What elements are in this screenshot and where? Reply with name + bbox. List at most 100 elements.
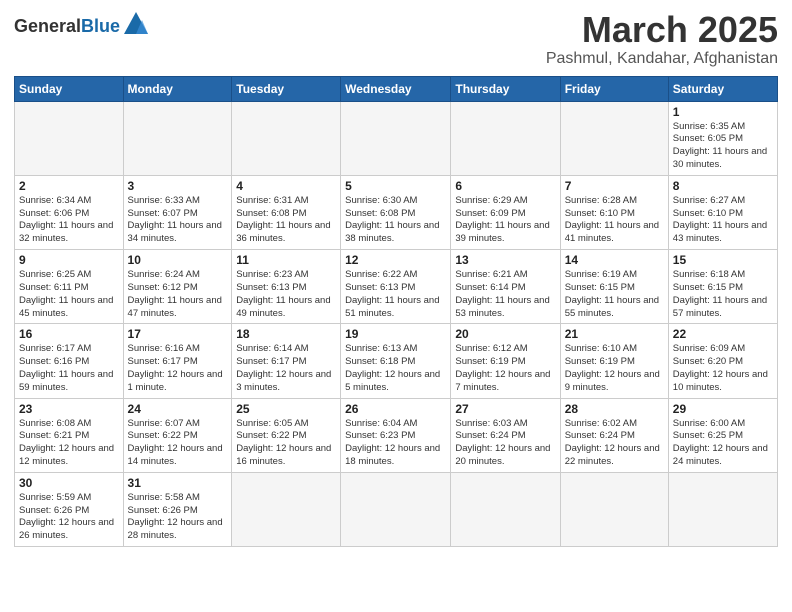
day-sun-info: Sunrise: 6:35 AMSunset: 6:05 PMDaylight:… — [673, 121, 773, 172]
calendar-day-cell: 30Sunrise: 5:59 AMSunset: 6:26 PMDayligh… — [15, 472, 124, 546]
day-sun-info: Sunrise: 5:59 AMSunset: 6:26 PMDaylight:… — [19, 492, 119, 543]
day-sun-info: Sunrise: 6:34 AMSunset: 6:06 PMDaylight:… — [19, 195, 119, 246]
day-sun-info: Sunrise: 6:18 AMSunset: 6:15 PMDaylight:… — [673, 269, 773, 320]
calendar-day-cell: 24Sunrise: 6:07 AMSunset: 6:22 PMDayligh… — [123, 398, 232, 472]
logo-text: GeneralBlue — [14, 17, 120, 35]
calendar-week-row: 23 Sunrise: 6:08 AMSunset: 6:21 PMDayligh… — [15, 398, 778, 472]
calendar-day-cell — [668, 472, 777, 546]
day-number: 23 — [19, 402, 119, 416]
day-number: 13 — [455, 253, 555, 267]
day-sun-info: Sunrise: 6:08 AMSunset: 6:21 PMDaylight:… — [19, 418, 119, 469]
day-number: 5 — [345, 179, 446, 193]
day-sun-info: Sunrise: 6:00 AMSunset: 6:25 PMDaylight:… — [673, 418, 773, 469]
calendar-day-cell: 4 Sunrise: 6:31 AMSunset: 6:08 PMDaylight… — [232, 175, 341, 249]
calendar-day-cell: 13Sunrise: 6:21 AMSunset: 6:14 PMDayligh… — [451, 250, 560, 324]
day-sun-info: Sunrise: 6:24 AMSunset: 6:12 PMDaylight:… — [128, 269, 228, 320]
calendar-day-cell: 15 Sunrise: 6:18 AMSunset: 6:15 PMDayligh… — [668, 250, 777, 324]
calendar-day-cell: 5 Sunrise: 6:30 AMSunset: 6:08 PMDaylight… — [341, 175, 451, 249]
day-sun-info: Sunrise: 5:58 AMSunset: 6:26 PMDaylight:… — [128, 492, 228, 543]
calendar-day-cell — [341, 101, 451, 175]
calendar-day-cell: 6Sunrise: 6:29 AMSunset: 6:09 PMDaylight… — [451, 175, 560, 249]
day-number: 7 — [565, 179, 664, 193]
day-number: 9 — [19, 253, 119, 267]
day-sun-info: Sunrise: 6:03 AMSunset: 6:24 PMDaylight:… — [455, 418, 555, 469]
day-number: 18 — [236, 327, 336, 341]
day-number: 1 — [673, 105, 773, 119]
calendar-day-cell: 9 Sunrise: 6:25 AMSunset: 6:11 PMDaylight… — [15, 250, 124, 324]
day-sun-info: Sunrise: 6:10 AMSunset: 6:19 PMDaylight:… — [565, 343, 664, 394]
day-number: 3 — [128, 179, 228, 193]
day-sun-info: Sunrise: 6:12 AMSunset: 6:19 PMDaylight:… — [455, 343, 555, 394]
calendar-week-row: 16 Sunrise: 6:17 AMSunset: 6:16 PMDayligh… — [15, 324, 778, 398]
day-sun-info: Sunrise: 6:16 AMSunset: 6:17 PMDaylight:… — [128, 343, 228, 394]
day-number: 8 — [673, 179, 773, 193]
day-sun-info: Sunrise: 6:05 AMSunset: 6:22 PMDaylight:… — [236, 418, 336, 469]
day-number: 15 — [673, 253, 773, 267]
calendar-day-cell: 8 Sunrise: 6:27 AMSunset: 6:10 PMDaylight… — [668, 175, 777, 249]
weekday-header: Saturday — [668, 76, 777, 101]
day-sun-info: Sunrise: 6:31 AMSunset: 6:08 PMDaylight:… — [236, 195, 336, 246]
calendar-day-cell: 17 Sunrise: 6:16 AMSunset: 6:17 PMDayligh… — [123, 324, 232, 398]
day-number: 29 — [673, 402, 773, 416]
day-number: 17 — [128, 327, 228, 341]
day-number: 11 — [236, 253, 336, 267]
day-sun-info: Sunrise: 6:29 AMSunset: 6:09 PMDaylight:… — [455, 195, 555, 246]
day-sun-info: Sunrise: 6:19 AMSunset: 6:15 PMDaylight:… — [565, 269, 664, 320]
calendar-day-cell: 22Sunrise: 6:09 AMSunset: 6:20 PMDayligh… — [668, 324, 777, 398]
calendar-day-cell: 29 Sunrise: 6:00 AMSunset: 6:25 PMDayligh… — [668, 398, 777, 472]
calendar-day-cell: 20 Sunrise: 6:12 AMSunset: 6:19 PMDayligh… — [451, 324, 560, 398]
calendar-week-row: 30Sunrise: 5:59 AMSunset: 6:26 PMDayligh… — [15, 472, 778, 546]
day-number: 31 — [128, 476, 228, 490]
calendar-day-cell — [15, 101, 124, 175]
calendar-table: SundayMondayTuesdayWednesdayThursdayFrid… — [14, 76, 778, 548]
weekday-header: Sunday — [15, 76, 124, 101]
month-title: March 2025 — [546, 10, 778, 50]
calendar-week-row: 1 Sunrise: 6:35 AMSunset: 6:05 PMDaylight… — [15, 101, 778, 175]
day-sun-info: Sunrise: 6:17 AMSunset: 6:16 PMDaylight:… — [19, 343, 119, 394]
day-number: 25 — [236, 402, 336, 416]
weekday-header: Monday — [123, 76, 232, 101]
day-sun-info: Sunrise: 6:25 AMSunset: 6:11 PMDaylight:… — [19, 269, 119, 320]
weekday-header: Wednesday — [341, 76, 451, 101]
day-sun-info: Sunrise: 6:07 AMSunset: 6:22 PMDaylight:… — [128, 418, 228, 469]
calendar-day-cell — [232, 101, 341, 175]
calendar-day-cell: 10Sunrise: 6:24 AMSunset: 6:12 PMDayligh… — [123, 250, 232, 324]
day-number: 26 — [345, 402, 446, 416]
day-number: 22 — [673, 327, 773, 341]
day-sun-info: Sunrise: 6:13 AMSunset: 6:18 PMDaylight:… — [345, 343, 446, 394]
calendar-day-cell: 23 Sunrise: 6:08 AMSunset: 6:21 PMDayligh… — [15, 398, 124, 472]
day-number: 4 — [236, 179, 336, 193]
day-number: 2 — [19, 179, 119, 193]
day-sun-info: Sunrise: 6:23 AMSunset: 6:13 PMDaylight:… — [236, 269, 336, 320]
calendar-day-cell: 27Sunrise: 6:03 AMSunset: 6:24 PMDayligh… — [451, 398, 560, 472]
calendar-day-cell: 25 Sunrise: 6:05 AMSunset: 6:22 PMDayligh… — [232, 398, 341, 472]
calendar-day-cell: 31 Sunrise: 5:58 AMSunset: 6:26 PMDayligh… — [123, 472, 232, 546]
day-sun-info: Sunrise: 6:33 AMSunset: 6:07 PMDaylight:… — [128, 195, 228, 246]
day-number: 16 — [19, 327, 119, 341]
calendar-day-cell — [560, 101, 668, 175]
weekday-header-row: SundayMondayTuesdayWednesdayThursdayFrid… — [15, 76, 778, 101]
day-number: 20 — [455, 327, 555, 341]
calendar-day-cell: 3 Sunrise: 6:33 AMSunset: 6:07 PMDaylight… — [123, 175, 232, 249]
calendar-day-cell: 18 Sunrise: 6:14 AMSunset: 6:17 PMDayligh… — [232, 324, 341, 398]
calendar-day-cell: 26Sunrise: 6:04 AMSunset: 6:23 PMDayligh… — [341, 398, 451, 472]
day-sun-info: Sunrise: 6:28 AMSunset: 6:10 PMDaylight:… — [565, 195, 664, 246]
calendar-day-cell: 19Sunrise: 6:13 AMSunset: 6:18 PMDayligh… — [341, 324, 451, 398]
calendar-day-cell: 2 Sunrise: 6:34 AMSunset: 6:06 PMDaylight… — [15, 175, 124, 249]
day-sun-info: Sunrise: 6:27 AMSunset: 6:10 PMDaylight:… — [673, 195, 773, 246]
page-header: GeneralBlue March 2025 Pashmul, Kandahar… — [14, 10, 778, 68]
location-subtitle: Pashmul, Kandahar, Afghanistan — [546, 50, 778, 68]
calendar-day-cell — [123, 101, 232, 175]
calendar-day-cell: 28Sunrise: 6:02 AMSunset: 6:24 PMDayligh… — [560, 398, 668, 472]
calendar-day-cell — [451, 101, 560, 175]
calendar-day-cell — [232, 472, 341, 546]
day-sun-info: Sunrise: 6:14 AMSunset: 6:17 PMDaylight:… — [236, 343, 336, 394]
calendar-day-cell: 11 Sunrise: 6:23 AMSunset: 6:13 PMDayligh… — [232, 250, 341, 324]
day-number: 12 — [345, 253, 446, 267]
day-number: 21 — [565, 327, 664, 341]
day-sun-info: Sunrise: 6:02 AMSunset: 6:24 PMDaylight:… — [565, 418, 664, 469]
weekday-header: Thursday — [451, 76, 560, 101]
day-sun-info: Sunrise: 6:30 AMSunset: 6:08 PMDaylight:… — [345, 195, 446, 246]
calendar-day-cell: 12Sunrise: 6:22 AMSunset: 6:13 PMDayligh… — [341, 250, 451, 324]
calendar-day-cell — [560, 472, 668, 546]
